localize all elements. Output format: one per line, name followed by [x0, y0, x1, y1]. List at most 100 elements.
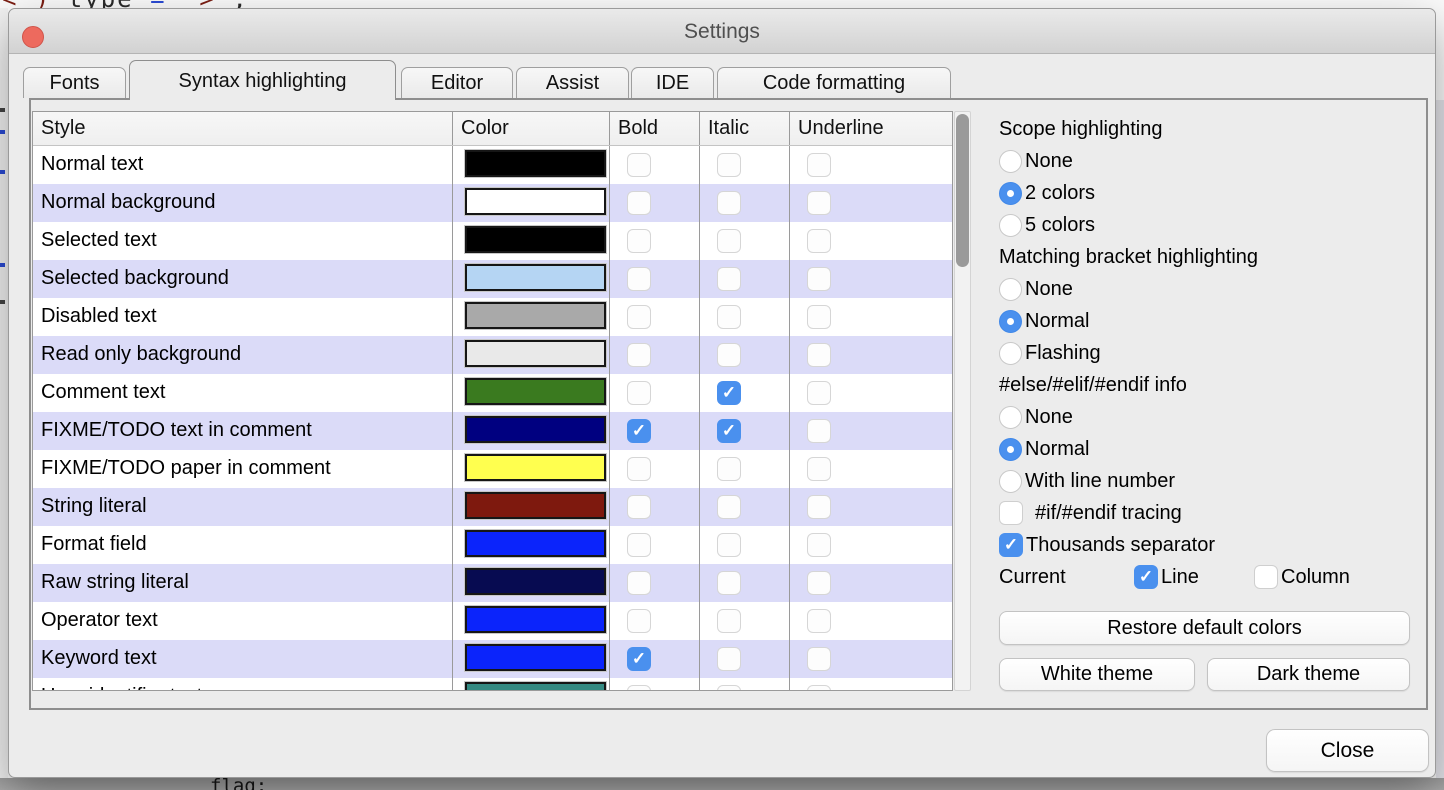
radio-5-colors[interactable] — [999, 214, 1022, 237]
bold-checkbox[interactable]: ✓ — [627, 647, 651, 671]
color-swatch[interactable] — [465, 188, 606, 215]
color-swatch[interactable] — [465, 226, 606, 253]
table-row[interactable]: FIXME/TODO paper in comment — [33, 450, 952, 488]
bold-checkbox[interactable] — [627, 685, 651, 691]
tab-editor[interactable]: Editor — [401, 67, 513, 98]
radio-flashing[interactable] — [999, 342, 1022, 365]
italic-checkbox[interactable] — [717, 495, 741, 519]
italic-checkbox[interactable] — [717, 609, 741, 633]
close-button[interactable]: Close — [1266, 729, 1429, 772]
restore-default-colors-button[interactable]: Restore default colors — [999, 611, 1410, 645]
italic-checkbox[interactable] — [717, 267, 741, 291]
radio-option-scope-highlighting-none[interactable]: None — [999, 145, 1424, 177]
table-row[interactable]: User identifier text — [33, 678, 952, 691]
bold-checkbox[interactable] — [627, 305, 651, 329]
underline-checkbox[interactable] — [807, 495, 831, 519]
underline-checkbox[interactable] — [807, 685, 831, 691]
italic-checkbox[interactable] — [717, 343, 741, 367]
dark-theme-button[interactable]: Dark theme — [1207, 658, 1410, 691]
color-swatch[interactable] — [465, 530, 606, 557]
white-theme-button[interactable]: White theme — [999, 658, 1195, 691]
underline-checkbox[interactable] — [807, 343, 831, 367]
radio-option-scope-highlighting-5-colors[interactable]: 5 colors — [999, 209, 1424, 241]
tab-fonts[interactable]: Fonts — [23, 67, 126, 98]
radio-none[interactable] — [999, 150, 1022, 173]
underline-checkbox[interactable] — [807, 571, 831, 595]
italic-checkbox[interactable]: ✓ — [717, 381, 741, 405]
italic-checkbox[interactable] — [717, 533, 741, 557]
tab-syntax-highlighting[interactable]: Syntax highlighting — [129, 60, 396, 100]
table-row[interactable]: FIXME/TODO text in comment✓✓ — [33, 412, 952, 450]
table-row[interactable]: Normal background — [33, 184, 952, 222]
underline-checkbox[interactable] — [807, 267, 831, 291]
color-swatch[interactable] — [465, 492, 606, 519]
italic-checkbox[interactable] — [717, 153, 741, 177]
radio-option-matching-bracket-highlighting-flashing[interactable]: Flashing — [999, 337, 1424, 369]
tab-ide[interactable]: IDE — [631, 67, 714, 98]
italic-checkbox[interactable] — [717, 647, 741, 671]
underline-checkbox[interactable] — [807, 533, 831, 557]
underline-checkbox[interactable] — [807, 305, 831, 329]
radio-2-colors-selected[interactable] — [999, 182, 1022, 205]
table-row[interactable]: Operator text — [33, 602, 952, 640]
radio-normal-selected[interactable] — [999, 310, 1022, 333]
table-row[interactable]: String literal — [33, 488, 952, 526]
table-row[interactable]: Selected background — [33, 260, 952, 298]
window-close-icon[interactable] — [22, 26, 44, 48]
radio-normal-selected[interactable] — [999, 438, 1022, 461]
radio-with-line-number[interactable] — [999, 470, 1022, 493]
bold-checkbox[interactable] — [627, 533, 651, 557]
tab-code-formatting[interactable]: Code formatting — [717, 67, 951, 98]
color-swatch[interactable] — [465, 302, 606, 329]
current-line-checkbox[interactable]: ✓ — [1134, 565, 1158, 589]
checkbox-option--if-endif-tracing[interactable]: #if/#endif tracing — [999, 497, 1424, 529]
color-swatch[interactable] — [465, 264, 606, 291]
table-row[interactable]: Format field — [33, 526, 952, 564]
bold-checkbox[interactable] — [627, 267, 651, 291]
bold-checkbox[interactable] — [627, 191, 651, 215]
radio-option-matching-bracket-highlighting-normal[interactable]: Normal — [999, 305, 1424, 337]
underline-checkbox[interactable] — [807, 381, 831, 405]
radio-option--else-elif-endif-info-none[interactable]: None — [999, 401, 1424, 433]
color-swatch[interactable] — [465, 416, 606, 443]
italic-checkbox[interactable] — [717, 191, 741, 215]
radio-none[interactable] — [999, 406, 1022, 429]
table-row[interactable]: Keyword text✓ — [33, 640, 952, 678]
underline-checkbox[interactable] — [807, 457, 831, 481]
table-row[interactable]: Disabled text — [33, 298, 952, 336]
bold-checkbox[interactable] — [627, 457, 651, 481]
italic-checkbox[interactable] — [717, 685, 741, 691]
table-row[interactable]: Comment text✓ — [33, 374, 952, 412]
table-row[interactable]: Read only background — [33, 336, 952, 374]
checkbox-option-thousands-separator[interactable]: ✓Thousands separator — [999, 529, 1424, 561]
radio-option-scope-highlighting-2-colors[interactable]: 2 colors — [999, 177, 1424, 209]
radio-option--else-elif-endif-info-normal[interactable]: Normal — [999, 433, 1424, 465]
italic-checkbox[interactable]: ✓ — [717, 419, 741, 443]
radio-option-matching-bracket-highlighting-none[interactable]: None — [999, 273, 1424, 305]
bold-checkbox[interactable] — [627, 495, 651, 519]
color-swatch[interactable] — [465, 378, 606, 405]
table-row[interactable]: Normal text — [33, 146, 952, 184]
italic-checkbox[interactable] — [717, 305, 741, 329]
color-swatch[interactable] — [465, 150, 606, 177]
color-swatch[interactable] — [465, 454, 606, 481]
current-column-checkbox[interactable] — [1254, 565, 1278, 589]
underline-checkbox[interactable] — [807, 153, 831, 177]
italic-checkbox[interactable] — [717, 457, 741, 481]
scrollbar-thumb[interactable] — [956, 114, 969, 267]
bold-checkbox[interactable] — [627, 381, 651, 405]
radio-option--else-elif-endif-info-with-line-number[interactable]: With line number — [999, 465, 1424, 497]
tab-assist[interactable]: Assist — [516, 67, 629, 98]
-if-endif-tracing-checkbox[interactable] — [999, 501, 1023, 525]
bold-checkbox[interactable] — [627, 571, 651, 595]
color-swatch[interactable] — [465, 682, 606, 691]
bold-checkbox[interactable] — [627, 229, 651, 253]
bold-checkbox[interactable] — [627, 153, 651, 177]
thousands-separator-checkbox[interactable]: ✓ — [999, 533, 1023, 557]
bold-checkbox[interactable] — [627, 609, 651, 633]
color-swatch[interactable] — [465, 606, 606, 633]
table-scrollbar[interactable] — [954, 111, 971, 691]
underline-checkbox[interactable] — [807, 191, 831, 215]
table-row[interactable]: Selected text — [33, 222, 952, 260]
table-row[interactable]: Raw string literal — [33, 564, 952, 602]
